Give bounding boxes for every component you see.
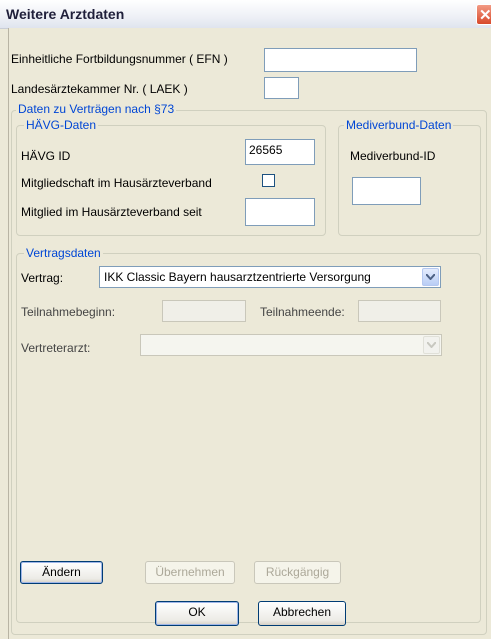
close-icon: ✕: [479, 7, 491, 24]
vertrag-select[interactable]: IKK Classic Bayern hausarztzentrierte Ve…: [99, 266, 441, 288]
chevron-down-icon: [426, 274, 435, 280]
dialog-client-area: Einheitliche Fortbildungsnummer ( EFN ) …: [8, 28, 491, 639]
vertragsdaten-group-legend: Vertragsdaten: [24, 246, 103, 260]
laek-input[interactable]: [264, 77, 299, 99]
mitgliedschaft-label: Mitgliedschaft im Hausärzteverband: [21, 176, 212, 190]
teilnahmebeginn-input[interactable]: [162, 300, 246, 322]
mediverbund-id-input[interactable]: [352, 177, 421, 205]
mediverbund-group-legend: Mediverbund-Daten: [344, 118, 454, 132]
teilnahmeende-input[interactable]: [358, 300, 441, 322]
vertrag-label: Vertrag:: [21, 271, 64, 285]
close-button[interactable]: ✕: [476, 4, 491, 25]
mediverbund-id-label: Mediverbund-ID: [350, 149, 436, 163]
vertreterarzt-select[interactable]: [140, 334, 442, 356]
dialog-window: Weitere Arztdaten ✕ Einheitliche Fortbil…: [0, 0, 491, 639]
teilnahmeende-label: Teilnahmeende:: [260, 305, 345, 319]
vertreterarzt-label: Vertreterarzt:: [21, 341, 91, 355]
uebernehmen-button[interactable]: Übernehmen: [145, 561, 235, 584]
mitgliedschaft-checkbox[interactable]: [262, 174, 275, 187]
window-title: Weitere Arztdaten: [6, 6, 125, 22]
vertrag-select-value: IKK Classic Bayern hausarztzentrierte Ve…: [104, 270, 371, 284]
laek-label: Landesärztekammer Nr. ( LAEK ): [11, 82, 188, 96]
mitglied-seit-input[interactable]: [245, 198, 315, 226]
efn-input[interactable]: [264, 48, 417, 72]
haevg-id-label: HÄVG ID: [21, 149, 71, 163]
efn-label: Einheitliche Fortbildungsnummer ( EFN ): [11, 52, 228, 66]
vertraege-group-legend: Daten zu Verträgen nach §73: [16, 102, 177, 116]
vertreterarzt-dropdown-button[interactable]: [423, 336, 440, 354]
haevg-id-input[interactable]: 26565: [245, 139, 315, 165]
rueckgaengig-button[interactable]: Rückgängig: [254, 561, 341, 584]
abbrechen-button[interactable]: Abbrechen: [258, 601, 346, 626]
haevg-group-legend: HÄVG-Daten: [24, 118, 99, 132]
teilnahmebeginn-label: Teilnahmebeginn:: [21, 305, 116, 319]
aendern-button[interactable]: Ändern: [20, 561, 103, 584]
chevron-down-icon: [427, 342, 436, 348]
ok-button[interactable]: OK: [155, 601, 239, 626]
mitglied-seit-label: Mitglied im Hausärzteverband seit: [21, 205, 202, 219]
vertrag-dropdown-button[interactable]: [422, 268, 439, 286]
title-bar[interactable]: Weitere Arztdaten ✕: [0, 0, 491, 29]
